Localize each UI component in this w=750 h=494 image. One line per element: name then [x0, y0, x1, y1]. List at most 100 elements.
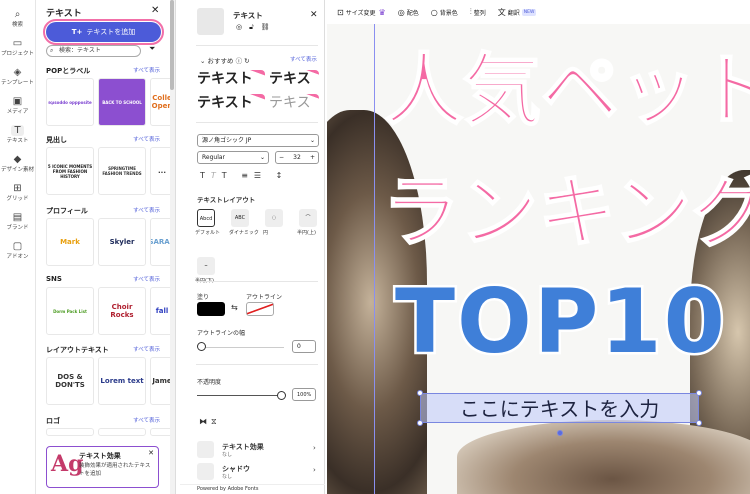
rail-item-5[interactable]: ◆ デザイン素材: [0, 149, 35, 178]
layout-label: 円: [263, 230, 269, 236]
chevron-right-icon[interactable]: ›: [313, 444, 316, 452]
see-all-link[interactable]: すべて表示: [133, 206, 160, 214]
swap-icon[interactable]: ⇆: [231, 303, 238, 312]
template-thumb[interactable]: Mark: [46, 218, 94, 266]
minus-button[interactable]: −: [279, 152, 284, 164]
layout-3[interactable]: ⌒: [299, 209, 317, 227]
rail-item-7[interactable]: ▤ ブランド: [0, 207, 35, 236]
see-all-link[interactable]: すべて表示: [133, 416, 160, 424]
template-thumb[interactable]: BACK TO SCHOOL: [98, 78, 146, 126]
chevron-right-icon[interactable]: ›: [313, 466, 316, 474]
recommended-text: おすすめ: [207, 57, 234, 65]
filter-icon[interactable]: ⏷: [149, 44, 155, 54]
element-actions[interactable]: ◎🔓︎⛓︎: [236, 23, 277, 32]
effect-icon: [197, 441, 214, 458]
layout-0[interactable]: Abcd: [197, 209, 215, 227]
font-select[interactable]: 源ノ角ゴシック JP ⌄: [197, 134, 319, 147]
section-title: レイアウトテキスト: [46, 346, 109, 354]
style-sample[interactable]: テキスト: [197, 70, 265, 89]
selected-text-box[interactable]: ここにテキストを入力: [417, 390, 702, 436]
resize-handle[interactable]: [417, 390, 423, 396]
see-all-link[interactable]: すべて表示: [133, 135, 160, 143]
slider-handle[interactable]: [197, 342, 206, 351]
fill-swatch[interactable]: [197, 302, 225, 316]
rail-icon: ◆: [13, 154, 22, 165]
text-style-icons[interactable]: TTT ≡☰ ↕: [200, 171, 288, 180]
size-value[interactable]: 32: [293, 154, 301, 161]
weight-select[interactable]: Regular ⌄: [197, 151, 269, 164]
headline-top10[interactable]: TOP10: [393, 268, 728, 376]
rail-item-4[interactable]: T テキスト: [0, 120, 35, 149]
thumb-text: SPRINGTIME FASHION TRENDS: [102, 166, 142, 176]
rail-item-8[interactable]: ▢ アドオン: [0, 236, 35, 265]
slider-handle[interactable]: [277, 391, 286, 400]
layout-1[interactable]: ABC: [231, 209, 249, 227]
template-thumb[interactable]: Choir Rocks: [98, 287, 146, 335]
headline-line2[interactable]: ランキング: [381, 150, 750, 262]
toolbar-0[interactable]: ⊡ サイズ変更 ♛: [337, 8, 386, 17]
resize-handle[interactable]: [696, 420, 702, 426]
resize-handle[interactable]: [696, 390, 702, 396]
close-icon[interactable]: ✕: [148, 449, 154, 457]
close-icon[interactable]: ✕: [310, 10, 318, 20]
rail-item-2[interactable]: ◈ テンプレート: [0, 62, 35, 91]
size-stepper[interactable]: − 32 +: [275, 151, 319, 164]
recommended-label[interactable]: ⌄ おすすめ ⓘ ↻: [200, 55, 250, 65]
opacity-slider[interactable]: [197, 391, 286, 400]
toolbar-3[interactable]: ⫶ 整列: [470, 7, 486, 17]
template-thumb[interactable]: əʇısoddo oppposite: [46, 78, 94, 126]
fill-label: 塗り: [197, 294, 210, 301]
close-icon[interactable]: ✕: [151, 5, 159, 16]
style-sample[interactable]: テキス: [269, 94, 319, 113]
style-sample[interactable]: テキスト: [197, 94, 265, 113]
add-text-button[interactable]: T+ テキストを追加: [43, 19, 164, 45]
layout-4[interactable]: ⌣: [197, 257, 215, 275]
template-thumb[interactable]: [98, 428, 146, 436]
rail-item-3[interactable]: ▣ メディア: [0, 91, 35, 120]
headline-line1[interactable]: 人気ペット: [384, 28, 750, 140]
toolbar-1[interactable]: ◎ 配色: [398, 8, 419, 17]
add-text-label: テキストを追加: [86, 28, 136, 36]
outline-swatch[interactable]: [246, 302, 274, 316]
plus-button[interactable]: +: [310, 152, 315, 164]
see-all-link[interactable]: すべて表示: [133, 66, 160, 74]
see-all-link[interactable]: すべて表示: [133, 275, 160, 283]
template-thumb[interactable]: DOS & DON'TS: [46, 357, 94, 405]
rail-item-6[interactable]: ⊞ グリッド: [0, 178, 35, 207]
opacity-input[interactable]: 100%: [292, 388, 316, 401]
rail-icon: ▢: [12, 241, 23, 252]
subtitle-text[interactable]: ここにテキストを入力: [421, 394, 698, 424]
toolbar-icon: 文: [497, 7, 506, 17]
design-canvas[interactable]: ⊡ サイズ変更 ♛ ◎ 配色 ○ 背景色 ⫶ 整列 文翻訳 NEW 人気ペット ランキング TOP1…: [327, 0, 750, 494]
section-title: 見出し: [46, 136, 67, 144]
search-input[interactable]: ⌕ 検索：テキスト: [46, 45, 141, 57]
thumb-row: MarkSkylerSARAH: [46, 218, 174, 266]
flip-icons[interactable]: ⧓⧖: [199, 417, 221, 427]
template-thumb[interactable]: Dorm Pack List: [46, 287, 94, 335]
outline-width-slider[interactable]: [202, 347, 284, 348]
layout-2[interactable]: ◌: [265, 209, 283, 227]
see-all-link[interactable]: すべて表示: [290, 55, 317, 63]
template-thumb[interactable]: 5 ICONIC MOMENTS FROM FASHION HISTORY: [46, 147, 94, 195]
search-icon: ⌕: [50, 47, 54, 54]
text-panel: テキスト ✕ T+ テキストを追加 ⌕ 検索：テキスト ⏷ POPとラベル すべて表示…: [36, 0, 176, 494]
rail-item-0[interactable]: ⌕ 検索: [0, 4, 35, 33]
rotate-handle[interactable]: [557, 430, 563, 436]
thumb-text: fall: [155, 307, 169, 315]
template-thumb[interactable]: Skyler: [98, 218, 146, 266]
rail-item-1[interactable]: ▭ プロジェクト: [0, 33, 35, 62]
see-all-link[interactable]: すべて表示: [133, 345, 160, 353]
panel-scrollbar[interactable]: [170, 0, 175, 494]
rail-icon: T: [11, 125, 24, 136]
rail-label: プロジェクト: [0, 51, 34, 57]
template-thumb[interactable]: [46, 428, 94, 436]
style-sample[interactable]: テキス: [269, 70, 319, 89]
resize-handle[interactable]: [417, 420, 423, 426]
toolbar-2[interactable]: ○ 背景色: [431, 8, 458, 17]
outline-width-input[interactable]: 0: [292, 340, 316, 353]
toolbar-4[interactable]: 文翻訳 NEW: [498, 7, 537, 18]
template-thumb[interactable]: Lorem text: [98, 357, 146, 405]
rail-icon: ▣: [12, 96, 23, 107]
template-thumb[interactable]: SPRINGTIME FASHION TRENDS: [98, 147, 146, 195]
text-effects-promo[interactable]: Ag テキスト効果 装飾効果が適用されたテキストを追加 ✕: [46, 446, 159, 488]
